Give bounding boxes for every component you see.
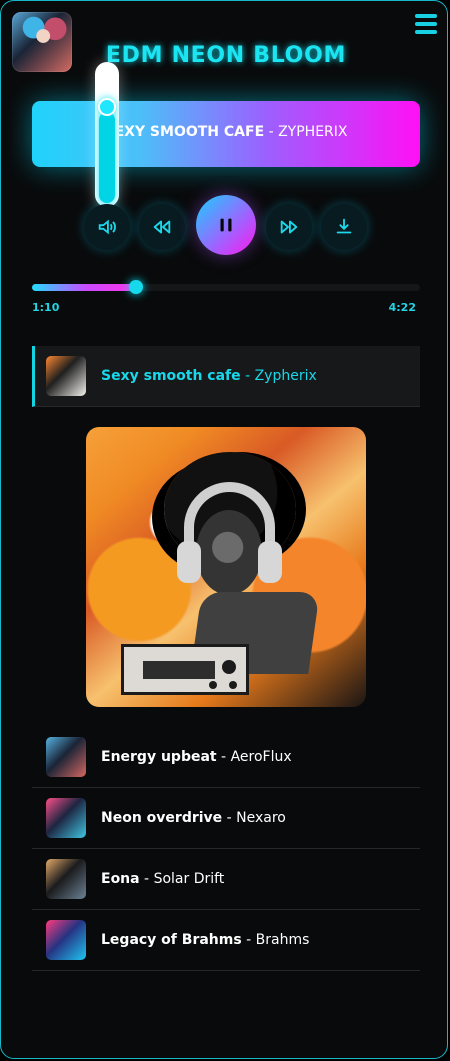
now-playing-artist: ZYPHERIX	[278, 124, 348, 140]
rewind-button[interactable]	[139, 204, 185, 250]
total-time: 4:22	[388, 301, 416, 314]
fast-forward-button[interactable]	[266, 204, 312, 250]
volume-button[interactable]	[84, 204, 130, 250]
pause-icon	[220, 218, 232, 232]
track-text: Neon overdrive - Nexaro	[101, 810, 286, 826]
now-playing-separator: -	[264, 124, 279, 140]
volume-icon	[98, 219, 116, 235]
artwork-face-shape	[196, 510, 262, 595]
track-text: Legacy of Brahms - Brahms	[101, 932, 309, 948]
track-separator: -	[216, 749, 231, 765]
track-thumbnail	[46, 356, 86, 396]
music-player-app: EDM NEON BLOOM SEXY SMOOTH CAFE - ZYPHER…	[0, 0, 448, 1059]
volume-slider[interactable]	[95, 62, 119, 207]
track-thumbnail	[46, 737, 86, 777]
track-text: Eona - Solar Drift	[101, 871, 224, 887]
hamburger-menu-icon[interactable]	[415, 14, 437, 34]
download-button[interactable]	[321, 204, 367, 250]
track-thumbnail	[46, 859, 86, 899]
track-separator: -	[222, 810, 237, 826]
current-time: 1:10	[32, 301, 60, 314]
progress-fill	[32, 284, 136, 291]
artwork-earcup-right	[258, 541, 282, 583]
progress-handle[interactable]	[128, 280, 143, 294]
pause-button[interactable]	[196, 195, 256, 255]
playlist-item[interactable]: Neon overdrive - Nexaro	[32, 788, 420, 849]
menu-line	[415, 14, 437, 18]
now-playing-banner: SEXY SMOOTH CAFE - ZYPHERIX	[32, 101, 420, 167]
track-thumbnail	[46, 920, 86, 960]
track-artist: Nexaro	[236, 810, 286, 826]
track-separator: -	[240, 368, 255, 384]
track-title: Eona	[101, 871, 140, 887]
track-thumbnail	[46, 798, 86, 838]
rewind-icon	[153, 220, 171, 234]
track-text: Energy upbeat - AeroFlux	[101, 749, 292, 765]
menu-line	[415, 30, 437, 34]
volume-handle[interactable]	[98, 98, 116, 116]
artwork-boombox-shape	[121, 644, 249, 695]
fast-forward-icon	[280, 220, 298, 234]
album-artwork	[86, 427, 366, 707]
progress-track[interactable]	[32, 280, 420, 294]
track-title: Neon overdrive	[101, 810, 223, 826]
volume-fill	[99, 112, 115, 203]
page-title: EDM NEON BLOOM	[105, 43, 347, 68]
playlist-item[interactable]: Energy upbeat - AeroFlux	[32, 727, 420, 788]
track-title: Energy upbeat	[101, 749, 217, 765]
menu-line	[415, 22, 437, 26]
track-artist: Brahms	[255, 932, 310, 948]
download-icon	[336, 218, 352, 234]
playlist-item-active[interactable]: Sexy smooth cafe - Zypherix	[32, 346, 420, 407]
playlist-item[interactable]: Eona - Solar Drift	[32, 849, 420, 910]
track-text: Sexy smooth cafe - Zypherix	[101, 368, 317, 384]
playlist: Sexy smooth cafe - Zypherix Energy upbea…	[32, 346, 420, 971]
track-title: Legacy of Brahms	[101, 932, 242, 948]
now-playing-title: SEXY SMOOTH CAFE - ZYPHERIX	[32, 124, 420, 140]
track-artist: Solar Drift	[153, 871, 225, 887]
now-playing-song: SEXY SMOOTH CAFE	[104, 124, 265, 140]
track-artist: Zypherix	[254, 368, 317, 384]
artwork-earcup-left	[177, 541, 201, 583]
playlist-item[interactable]: Legacy of Brahms - Brahms	[32, 910, 420, 971]
track-title: Sexy smooth cafe	[101, 368, 241, 384]
track-separator: -	[241, 932, 256, 948]
track-separator: -	[139, 871, 154, 887]
track-artist: AeroFlux	[230, 749, 292, 765]
